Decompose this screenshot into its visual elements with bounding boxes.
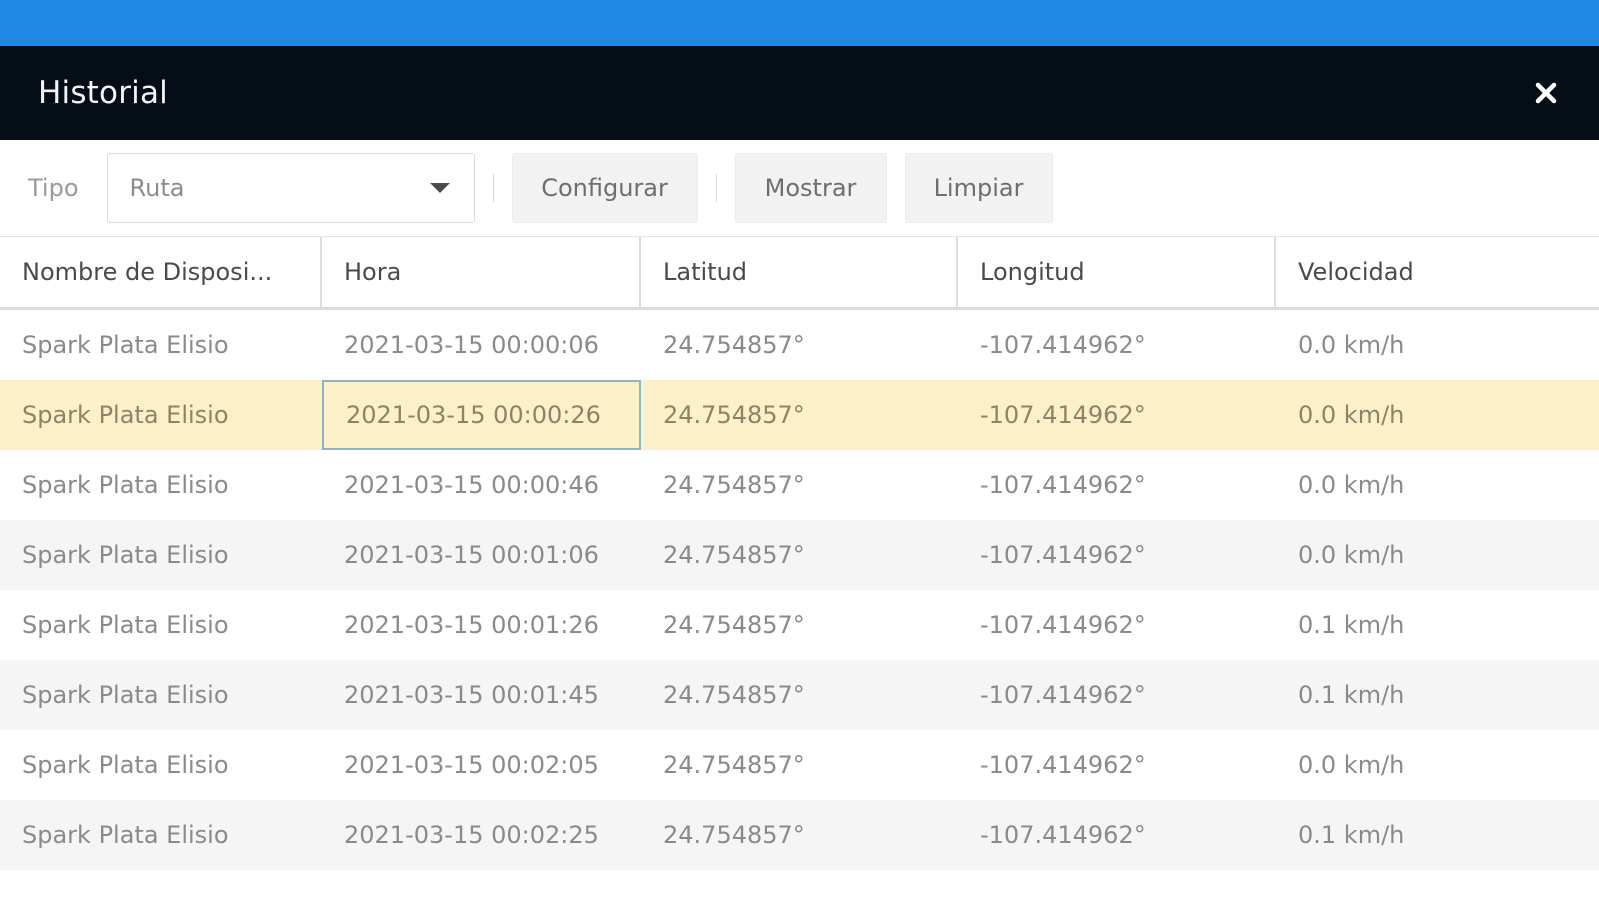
configurar-button[interactable]: Configurar xyxy=(511,153,698,223)
cell-velocidad[interactable]: 0.1 km/h xyxy=(1276,590,1599,660)
table-header: Nombre de Disposi... Hora Latitud Longit… xyxy=(0,236,1599,310)
cell-latitud[interactable]: 24.754857° xyxy=(641,310,958,380)
table-row[interactable]: Spark Plata Elisio 2021-03-15 00:00:06 24.… xyxy=(0,310,1599,380)
toolbar: Tipo Ruta Configurar Mostrar Limpiar xyxy=(0,140,1599,236)
window-title-bar: Historial xyxy=(0,46,1599,140)
cell-device-name[interactable]: Spark Plata Elisio xyxy=(0,450,322,520)
mostrar-button[interactable]: Mostrar xyxy=(734,153,887,223)
column-header-hora[interactable]: Hora xyxy=(322,237,641,307)
cell-longitud[interactable]: -107.414962° xyxy=(958,450,1276,520)
tipo-select-value: Ruta xyxy=(129,174,185,202)
cell-longitud[interactable]: -107.414962° xyxy=(958,800,1276,870)
cell-device-name[interactable]: Spark Plata Elisio xyxy=(0,800,322,870)
cell-longitud[interactable]: -107.414962° xyxy=(958,730,1276,800)
cell-longitud[interactable]: -107.414962° xyxy=(958,380,1276,450)
cell-latitud[interactable]: 24.754857° xyxy=(641,520,958,590)
column-header-device-name[interactable]: Nombre de Disposi... xyxy=(0,237,322,307)
cell-velocidad[interactable]: 0.0 km/h xyxy=(1276,380,1599,450)
toolbar-separator xyxy=(715,174,717,202)
cell-velocidad[interactable]: 0.1 km/h xyxy=(1276,660,1599,730)
column-header-longitud[interactable]: Longitud xyxy=(958,237,1276,307)
tipo-select[interactable]: Ruta xyxy=(106,153,475,223)
cell-hora[interactable]: 2021-03-15 00:02:05 xyxy=(322,730,641,800)
cell-longitud[interactable]: -107.414962° xyxy=(958,520,1276,590)
cell-longitud[interactable]: -107.414962° xyxy=(958,660,1276,730)
cell-hora[interactable]: 2021-03-15 00:00:06 xyxy=(322,310,641,380)
cell-latitud[interactable]: 24.754857° xyxy=(641,800,958,870)
cell-velocidad[interactable]: 0.1 km/h xyxy=(1276,800,1599,870)
cell-hora[interactable]: 2021-03-15 00:01:26 xyxy=(322,590,641,660)
cell-latitud[interactable]: 24.754857° xyxy=(641,590,958,660)
cell-device-name[interactable]: Spark Plata Elisio xyxy=(0,380,322,450)
window-title: Historial xyxy=(38,75,168,111)
cell-velocidad[interactable]: 0.0 km/h xyxy=(1276,520,1599,590)
top-accent-bar xyxy=(0,0,1599,46)
table-row[interactable]: Spark Plata Elisio 2021-03-15 00:02:05 24.… xyxy=(0,730,1599,800)
cell-latitud[interactable]: 24.754857° xyxy=(641,450,958,520)
cell-device-name[interactable]: Spark Plata Elisio xyxy=(0,730,322,800)
cell-longitud[interactable]: -107.414962° xyxy=(958,310,1276,380)
table-row[interactable]: Spark Plata Elisio 2021-03-15 00:00:26 24.… xyxy=(0,380,1599,450)
cell-device-name[interactable]: Spark Plata Elisio xyxy=(0,310,322,380)
close-icon xyxy=(1535,82,1557,104)
cell-device-name[interactable]: Spark Plata Elisio xyxy=(0,590,322,660)
column-header-latitud[interactable]: Latitud xyxy=(641,237,958,307)
column-header-velocidad[interactable]: Velocidad xyxy=(1276,237,1599,307)
cell-latitud[interactable]: 24.754857° xyxy=(641,730,958,800)
cell-hora[interactable]: 2021-03-15 00:02:25 xyxy=(322,800,641,870)
table-row[interactable]: Spark Plata Elisio 2021-03-15 00:00:46 24.… xyxy=(0,450,1599,520)
cell-longitud[interactable]: -107.414962° xyxy=(958,590,1276,660)
table-row[interactable]: Spark Plata Elisio 2021-03-15 00:01:45 24.… xyxy=(0,660,1599,730)
close-button[interactable] xyxy=(1531,78,1561,108)
cell-device-name[interactable]: Spark Plata Elisio xyxy=(0,520,322,590)
chevron-down-icon xyxy=(429,183,450,193)
cell-hora[interactable]: 2021-03-15 00:01:06 xyxy=(322,520,641,590)
cell-velocidad[interactable]: 0.0 km/h xyxy=(1276,730,1599,800)
table-row[interactable]: Spark Plata Elisio 2021-03-15 00:01:26 24.… xyxy=(0,590,1599,660)
toolbar-separator xyxy=(492,174,494,202)
cell-velocidad[interactable]: 0.0 km/h xyxy=(1276,310,1599,380)
table-row[interactable]: Spark Plata Elisio 2021-03-15 00:02:25 24.… xyxy=(0,800,1599,870)
cell-latitud[interactable]: 24.754857° xyxy=(641,660,958,730)
cell-device-name[interactable]: Spark Plata Elisio xyxy=(0,660,322,730)
cell-hora[interactable]: 2021-03-15 00:01:45 xyxy=(322,660,641,730)
limpiar-button[interactable]: Limpiar xyxy=(904,153,1053,223)
cell-hora[interactable]: 2021-03-15 00:00:46 xyxy=(322,450,641,520)
table-row[interactable]: Spark Plata Elisio 2021-03-15 00:01:06 24.… xyxy=(0,520,1599,590)
tipo-label: Tipo xyxy=(28,174,79,202)
cell-hora[interactable]: 2021-03-15 00:00:26 xyxy=(322,380,641,450)
cell-latitud[interactable]: 24.754857° xyxy=(641,380,958,450)
cell-velocidad[interactable]: 0.0 km/h xyxy=(1276,450,1599,520)
history-table: Nombre de Disposi... Hora Latitud Longit… xyxy=(0,236,1599,900)
